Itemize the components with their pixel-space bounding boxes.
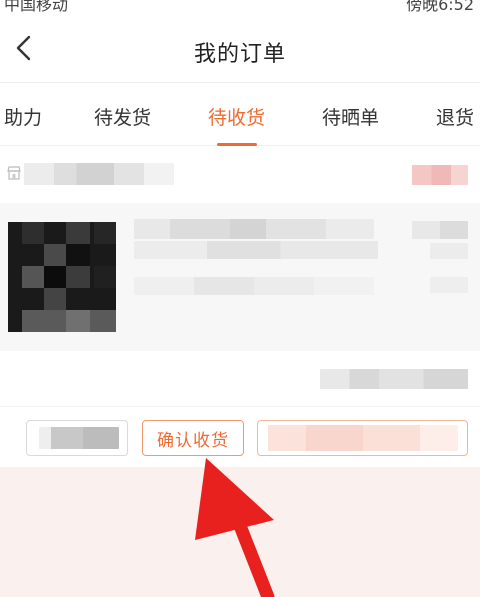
product-thumbnail-redacted[interactable] (8, 222, 116, 332)
bottom-area (0, 467, 480, 597)
shop-name-redacted (24, 163, 174, 185)
active-tab-indicator (217, 143, 257, 146)
product-title-redacted (134, 219, 374, 239)
divider (0, 406, 480, 407)
product-subtitle-redacted (134, 241, 378, 259)
store-icon (7, 166, 21, 180)
tab-pending-review[interactable]: 待晒单 (322, 103, 379, 130)
secondary-action-label-redacted (39, 427, 119, 449)
order-card (0, 147, 480, 465)
nav-header: 我的订单 (0, 14, 480, 83)
secondary-action-button[interactable] (26, 420, 128, 456)
confirm-receipt-button[interactable]: 确认收货 (142, 420, 244, 456)
order-total-redacted (320, 369, 468, 389)
product-qty-redacted (430, 243, 468, 259)
product-spec-redacted (134, 277, 374, 295)
status-bar: 中国移动 傍晚6:52 (0, 0, 480, 14)
tab-pending-ship[interactable]: 待发货 (94, 103, 151, 130)
order-tabs: 助力 待发货 待收货 待晒单 退货 (0, 83, 480, 146)
status-time: 傍晚6:52 (406, 0, 474, 14)
page-title: 我的订单 (193, 42, 286, 67)
tab-help[interactable]: 助力 (4, 103, 42, 130)
order-status-redacted (412, 165, 468, 185)
tertiary-action-button[interactable] (257, 420, 468, 456)
tertiary-action-label-redacted (268, 425, 458, 451)
tab-returns[interactable]: 退货 (436, 103, 474, 130)
tab-pending-receipt[interactable]: 待收货 (208, 103, 265, 130)
product-price-redacted (412, 221, 468, 239)
carrier-label: 中国移动 (4, 0, 69, 14)
product-extra-redacted (430, 277, 468, 293)
